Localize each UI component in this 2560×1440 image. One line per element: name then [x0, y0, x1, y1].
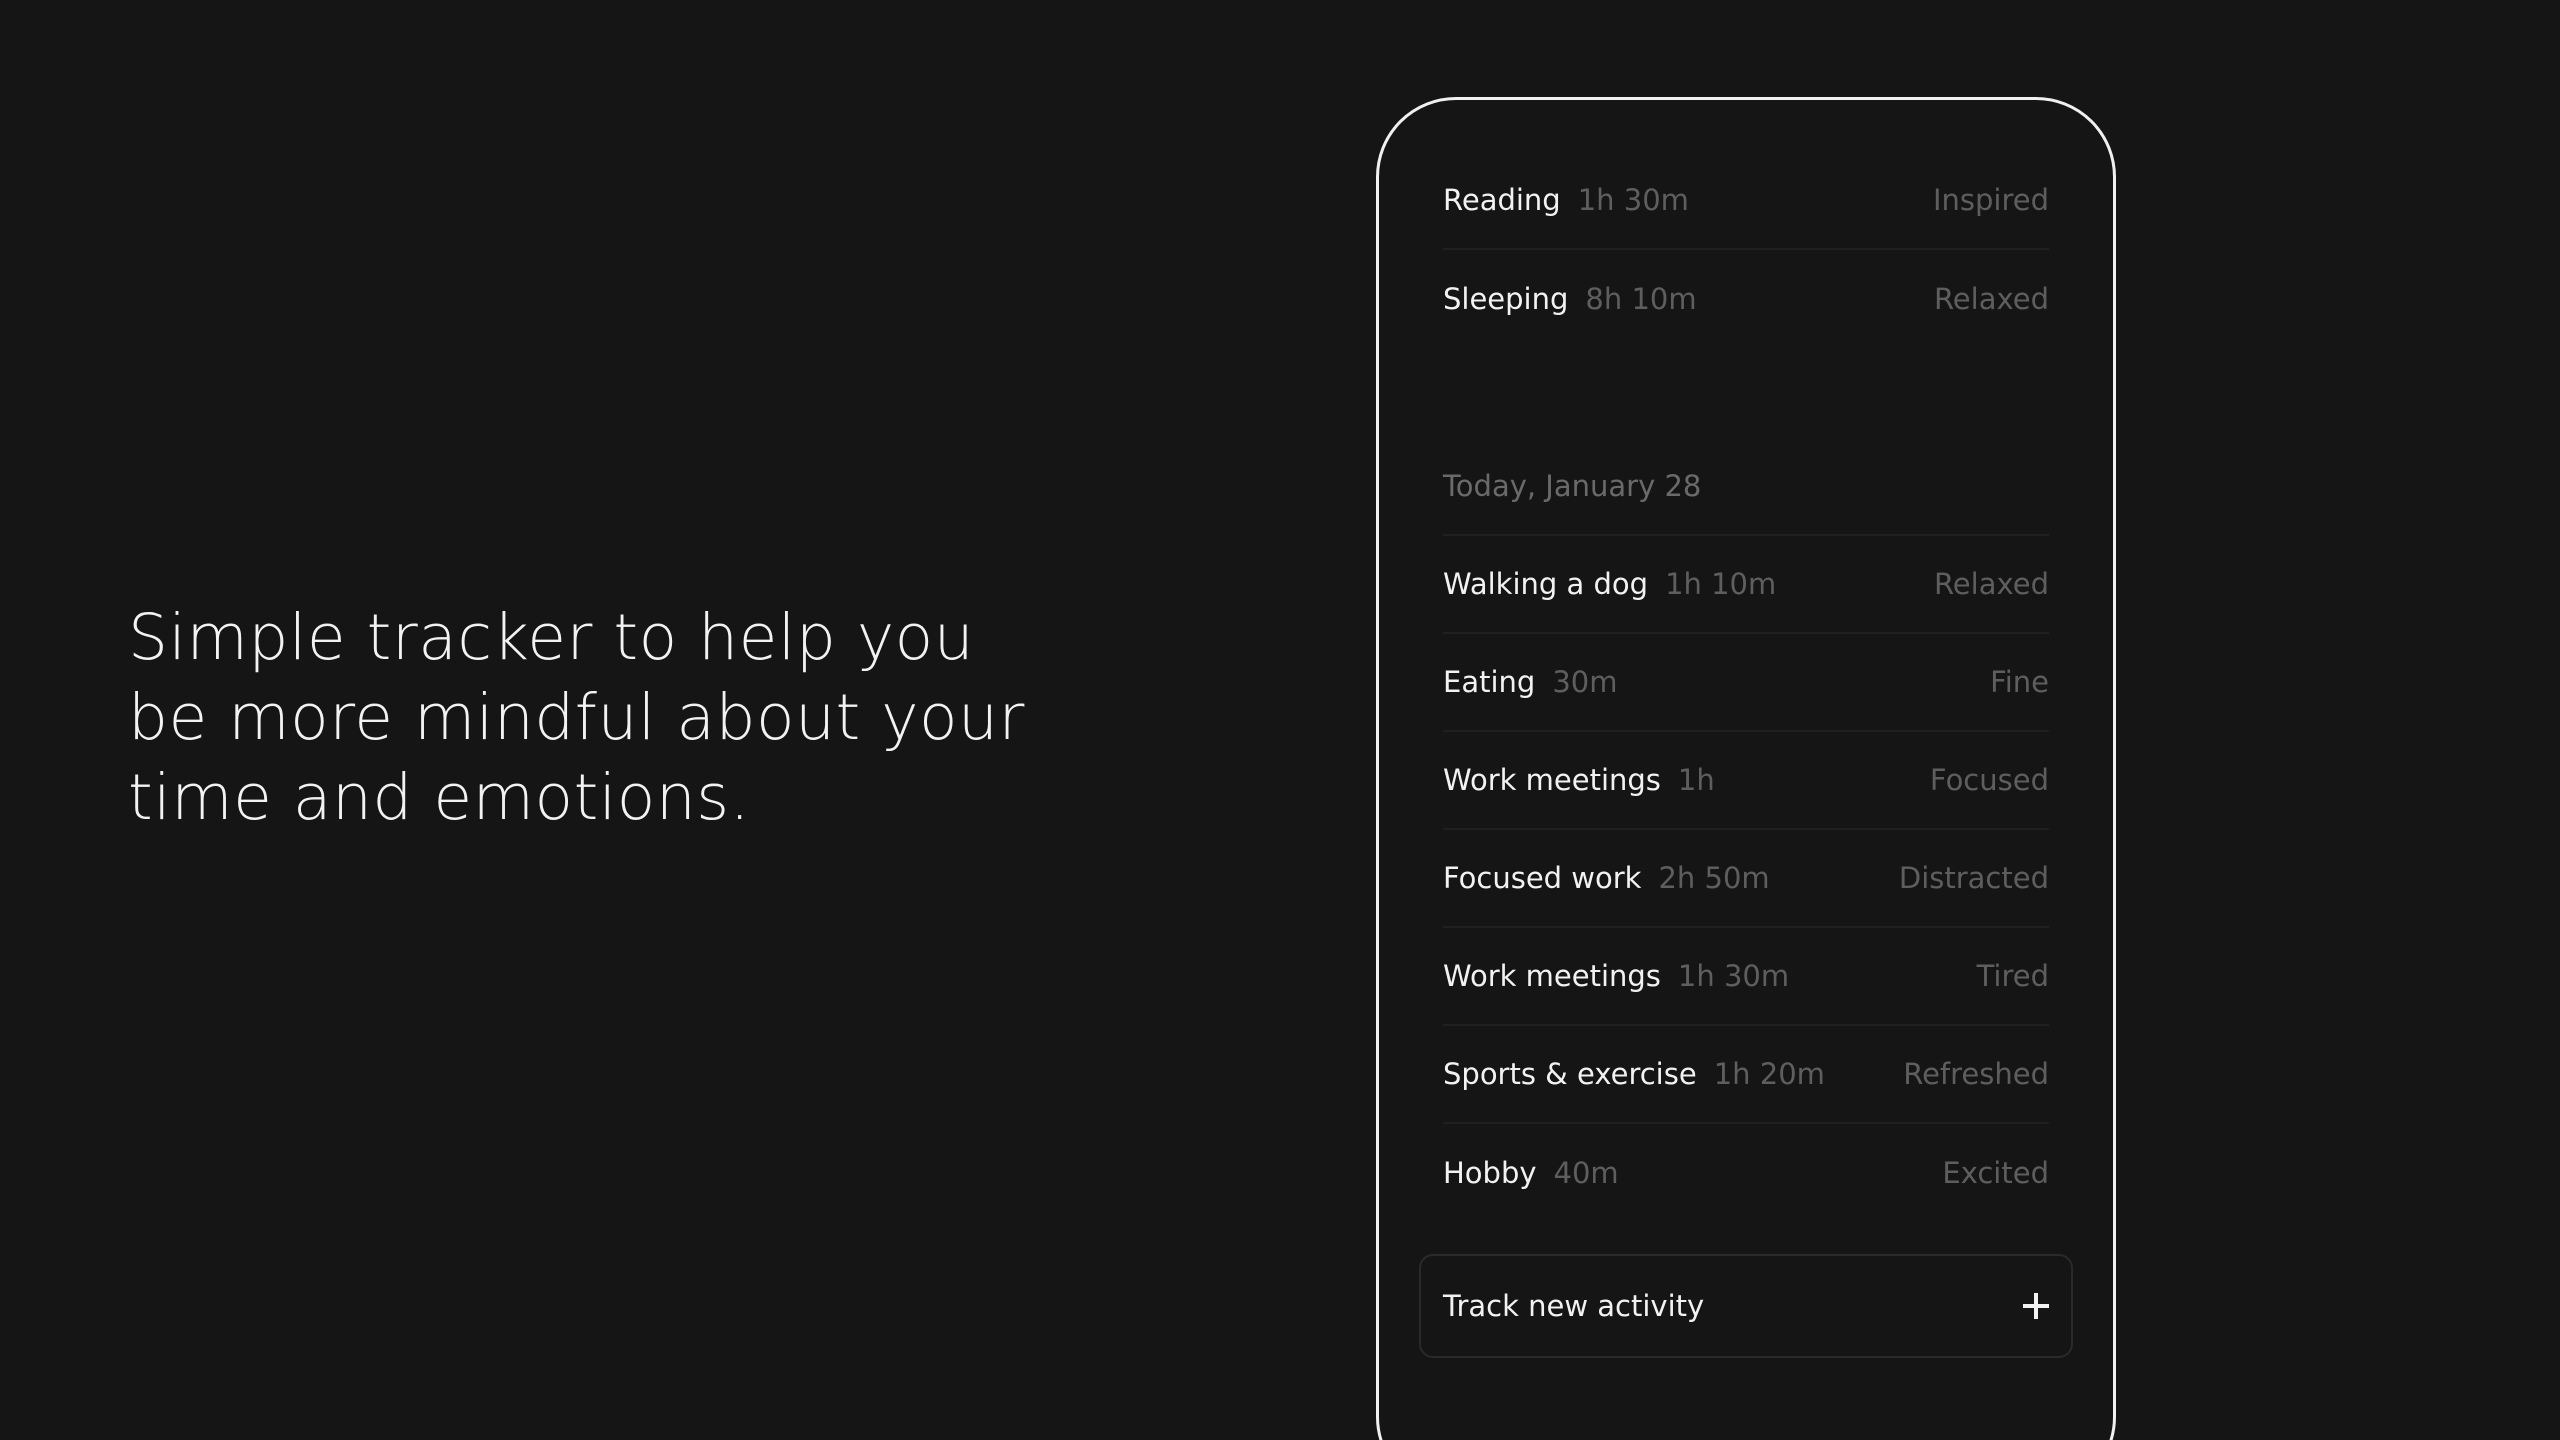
activity-name: Sports & exercise: [1443, 1057, 1697, 1091]
activity-row[interactable]: Sleeping 8h 10m Relaxed: [1443, 250, 2049, 348]
activity-row[interactable]: Focused work 2h 50m Distracted: [1443, 830, 2049, 928]
activity-name: Sleeping: [1443, 282, 1569, 316]
activity-mood: Tired: [1976, 959, 2049, 993]
activity-row[interactable]: Hobby 40m Excited: [1443, 1124, 2049, 1222]
activity-row[interactable]: Reading 1h 30m Inspired: [1443, 152, 2049, 250]
activity-duration: 1h 10m: [1665, 567, 1777, 601]
activity-duration: 8h 10m: [1585, 282, 1697, 316]
activity-duration: 1h 30m: [1677, 959, 1790, 993]
tagline: Simple tracker to help you be more mindf…: [128, 598, 1028, 838]
activity-name: Reading: [1443, 183, 1561, 217]
tagline-line: time and emotions.: [128, 761, 751, 834]
activity-mood: Distracted: [1898, 861, 2049, 895]
activity-duration: 30m: [1552, 665, 1618, 699]
activity-name: Walking a dog: [1443, 567, 1649, 601]
activity-duration: 2h 50m: [1658, 861, 1770, 895]
date-header: Today, January 28: [1443, 438, 2049, 536]
activity-mood: Inspired: [1932, 183, 2049, 217]
activity-row[interactable]: Walking a dog 1h 10m Relaxed: [1443, 536, 2049, 634]
activity-mood: Relaxed: [1933, 567, 2049, 601]
activity-name: Hobby: [1443, 1156, 1537, 1190]
activity-name: Focused work: [1443, 861, 1642, 895]
track-new-activity-button[interactable]: Track new activity: [1419, 1254, 2073, 1358]
activity-mood: Fine: [1990, 665, 2049, 699]
phone-frame: Reading 1h 30m Inspired Sleeping 8h 10m …: [1376, 97, 2116, 1440]
activity-row[interactable]: Sports & exercise 1h 20m Refreshed: [1443, 1026, 2049, 1124]
tagline-line: Simple tracker to help you: [128, 601, 975, 674]
page: Simple tracker to help you be more mindf…: [0, 0, 2560, 1440]
track-button-label: Track new activity: [1443, 1289, 1705, 1323]
activity-name: Work meetings: [1443, 959, 1661, 993]
activity-list: Reading 1h 30m Inspired Sleeping 8h 10m …: [1443, 152, 2049, 1222]
activity-mood: Excited: [1942, 1156, 2049, 1190]
activity-duration: 1h 20m: [1713, 1057, 1825, 1091]
activity-row[interactable]: Work meetings 1h Focused: [1443, 732, 2049, 830]
activity-name: Work meetings: [1443, 763, 1661, 797]
tagline-line: be more mindful about your: [128, 681, 1025, 754]
activity-row[interactable]: Eating 30m Fine: [1443, 634, 2049, 732]
activity-duration: 1h 30m: [1577, 183, 1689, 217]
activity-row[interactable]: Work meetings 1h 30m Tired: [1443, 928, 2049, 1026]
activity-name: Eating: [1443, 665, 1536, 699]
activity-mood: Refreshed: [1903, 1057, 2049, 1091]
activity-mood: Focused: [1929, 763, 2049, 797]
activity-duration: 40m: [1553, 1156, 1619, 1190]
plus-icon: [2023, 1293, 2049, 1319]
activity-duration: 1h: [1677, 763, 1715, 797]
activity-mood: Relaxed: [1933, 282, 2049, 316]
